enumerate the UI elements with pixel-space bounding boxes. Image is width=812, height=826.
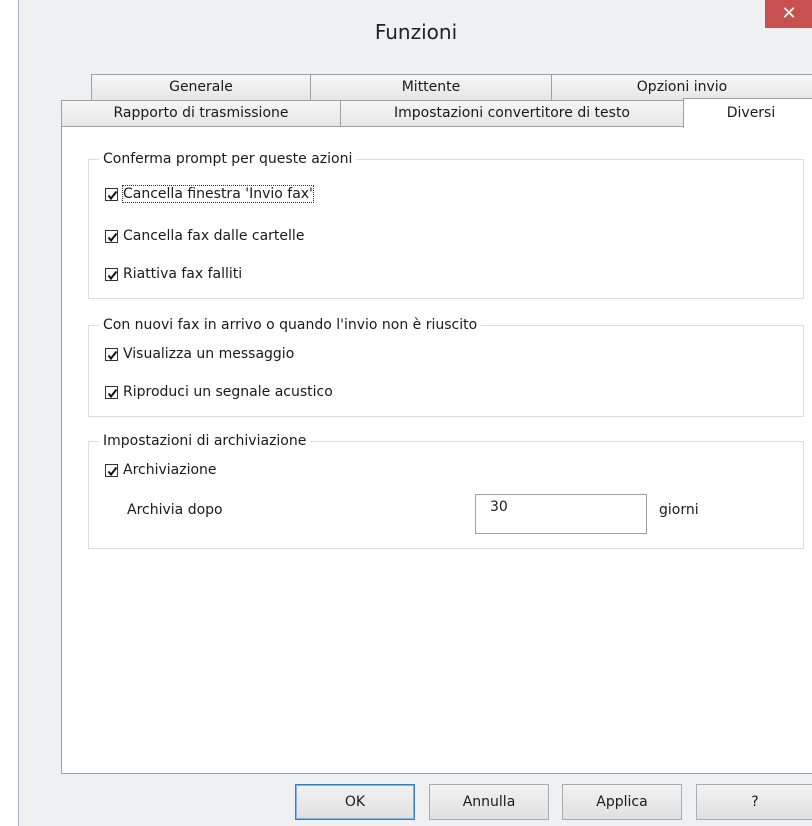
group-title: Impostazioni di archiviazione bbox=[99, 432, 311, 450]
checkbox-archiviazione[interactable]: Archiviazione bbox=[105, 460, 217, 480]
checkbox-label: Archiviazione bbox=[123, 462, 217, 478]
days-unit-label: giorni bbox=[659, 502, 699, 518]
checkbox-riproduci-segnale[interactable]: Riproduci un segnale acustico bbox=[105, 382, 333, 402]
checkmark-icon bbox=[107, 388, 118, 398]
checkbox-label: Cancella finestra 'Invio fax' bbox=[122, 185, 314, 203]
tab-panel-diversi: Conferma prompt per queste azioni Cancel… bbox=[61, 126, 812, 774]
tab-label: Opzioni invio bbox=[636, 79, 728, 95]
tab-opzioni-invio[interactable]: Opzioni invio bbox=[551, 74, 812, 100]
dialog-window: Funzioni ✕ Generale Mittente Opzioni inv… bbox=[18, 0, 812, 826]
tab-label: Mittente bbox=[401, 79, 461, 95]
checkbox-box[interactable] bbox=[105, 347, 118, 361]
checkbox-visualizza-messaggio[interactable]: Visualizza un messaggio bbox=[105, 344, 294, 364]
tab-impostazioni-convertitore-di-testo[interactable]: Impostazioni convertitore di testo bbox=[340, 100, 684, 126]
tab-diversi[interactable]: Diversi bbox=[683, 98, 812, 128]
ok-button[interactable]: OK bbox=[295, 784, 415, 820]
checkbox-label: Visualizza un messaggio bbox=[123, 346, 295, 362]
tab-generale[interactable]: Generale bbox=[91, 74, 311, 100]
help-button[interactable]: ? bbox=[696, 784, 812, 820]
tab-rapporto-di-trasmissione[interactable]: Rapporto di trasmissione bbox=[61, 100, 341, 126]
checkbox-riattiva-fax[interactable]: Riattiva fax falliti bbox=[105, 264, 242, 284]
checkbox-box[interactable] bbox=[105, 187, 118, 201]
group-title: Conferma prompt per queste azioni bbox=[99, 150, 357, 168]
checkbox-label: Riattiva fax falliti bbox=[123, 266, 243, 282]
tab-label: Rapporto di trasmissione bbox=[113, 105, 289, 121]
tab-mittente[interactable]: Mittente bbox=[310, 74, 552, 100]
dialog-title: Funzioni bbox=[374, 20, 458, 44]
tab-label: Impostazioni convertitore di testo bbox=[393, 105, 630, 121]
archive-days-input[interactable] bbox=[475, 494, 647, 534]
checkmark-icon bbox=[107, 466, 118, 476]
checkmark-icon bbox=[107, 232, 118, 242]
checkbox-cancella-finestra[interactable]: Cancella finestra 'Invio fax' bbox=[105, 184, 314, 204]
checkbox-box[interactable] bbox=[105, 385, 118, 399]
apply-button[interactable]: Applica bbox=[562, 784, 682, 820]
notify-group: Con nuovi fax in arrivo o quando l'invio… bbox=[88, 316, 804, 417]
checkbox-label: Riproduci un segnale acustico bbox=[123, 384, 333, 400]
archive-group: Impostazioni di archiviazione Archiviazi… bbox=[88, 432, 804, 549]
group-title: Con nuovi fax in arrivo o quando l'invio… bbox=[99, 316, 482, 334]
checkbox-label: Cancella fax dalle cartelle bbox=[123, 228, 305, 244]
checkbox-box[interactable] bbox=[105, 463, 118, 477]
archive-after-label: Archivia dopo bbox=[127, 502, 223, 518]
checkbox-cancella-fax[interactable]: Cancella fax dalle cartelle bbox=[105, 226, 304, 246]
tab-label: Generale bbox=[169, 79, 233, 95]
cancel-button[interactable]: Annulla bbox=[429, 784, 549, 820]
confirm-prompt-group: Conferma prompt per queste azioni Cancel… bbox=[88, 150, 804, 299]
checkbox-box[interactable] bbox=[105, 267, 118, 281]
tab-label: Diversi bbox=[726, 105, 776, 121]
checkbox-box[interactable] bbox=[105, 229, 118, 243]
title-bar: Funzioni ✕ bbox=[19, 0, 812, 64]
close-button[interactable]: ✕ bbox=[765, 0, 812, 28]
checkmark-icon bbox=[107, 350, 118, 360]
checkmark-icon bbox=[107, 270, 118, 280]
checkmark-icon bbox=[107, 190, 118, 200]
close-icon: ✕ bbox=[781, 3, 797, 24]
